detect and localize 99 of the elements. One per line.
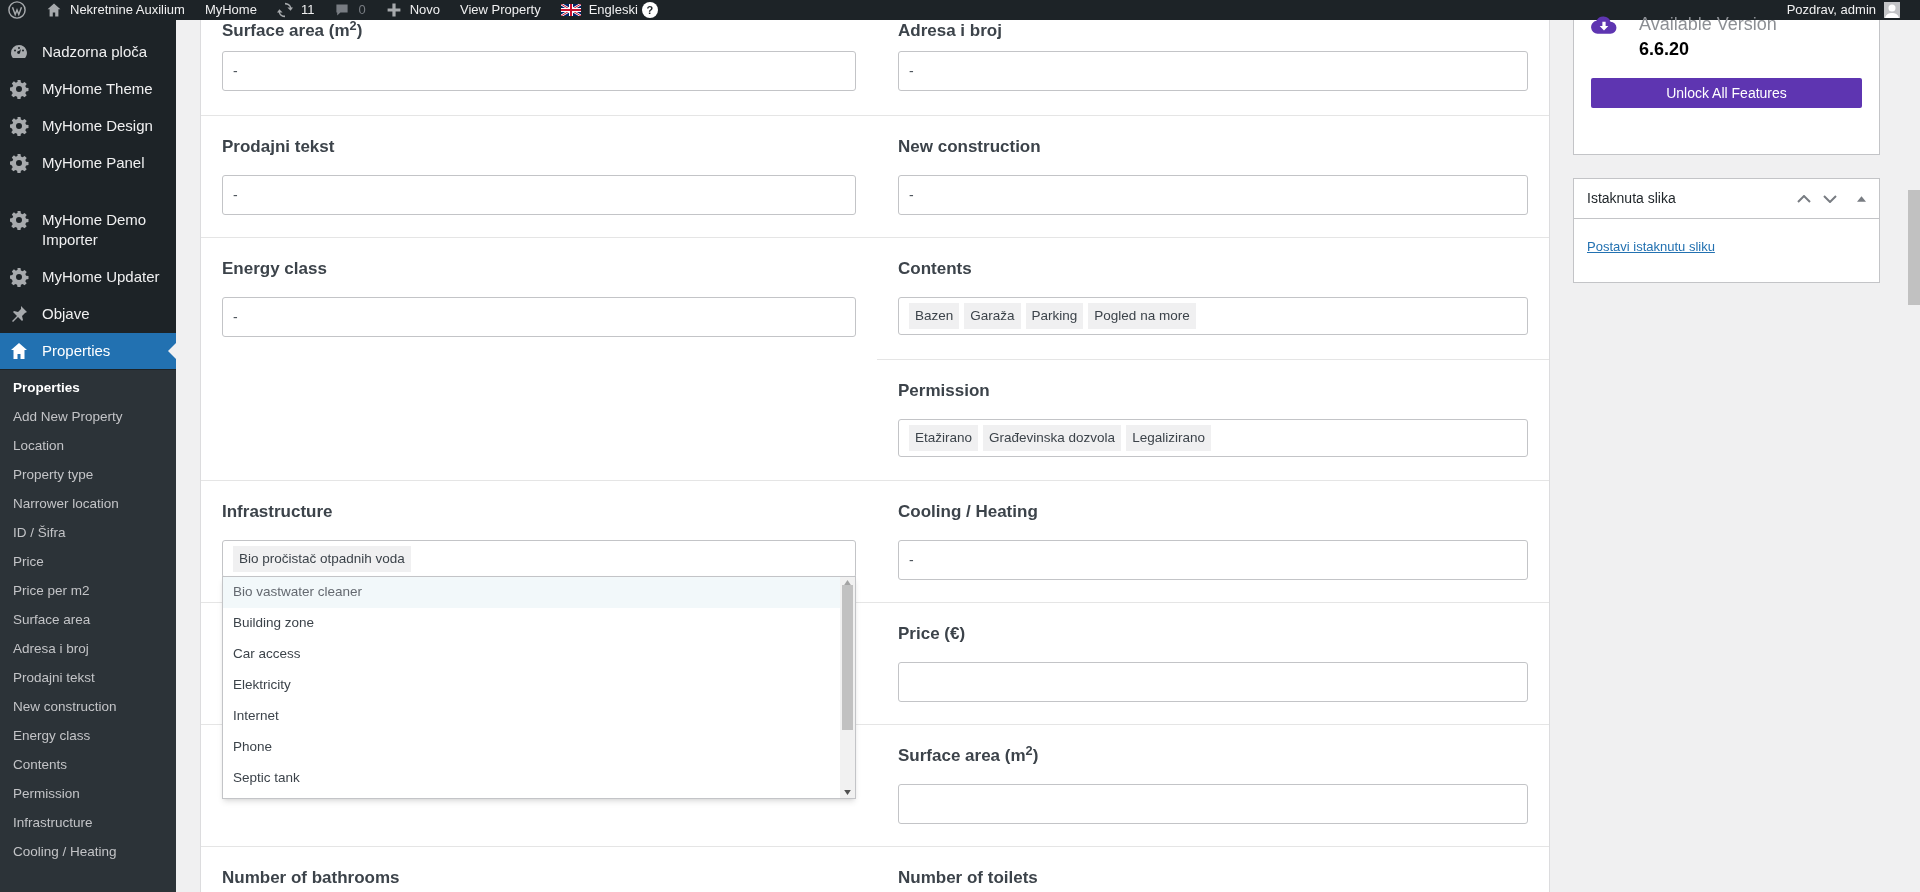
text-input[interactable]: -: [222, 175, 856, 215]
dropdown-scrollbar[interactable]: [840, 577, 855, 798]
dropdown-option[interactable]: Elektricity: [223, 670, 840, 701]
tag: Bazen: [909, 302, 960, 330]
text-input[interactable]: -: [898, 175, 1528, 215]
help-badge[interactable]: ?: [641, 2, 658, 18]
submenu-item[interactable]: Location: [0, 432, 176, 461]
submenu-item[interactable]: Prodajni tekst: [0, 664, 176, 693]
submenu-item[interactable]: Property type: [0, 461, 176, 490]
featured-image-link[interactable]: Postavi istaknutu sliku: [1587, 239, 1715, 254]
field-label: Permission: [898, 380, 991, 402]
submenu-item[interactable]: Narrower location: [0, 490, 176, 519]
tag-field[interactable]: Bazen Garaža Parking Pogled na more: [898, 297, 1528, 335]
tag: Legalizirano: [1126, 424, 1211, 452]
settings-icon: [9, 267, 29, 287]
submenu-item[interactable]: Cooling / Heating: [0, 838, 176, 867]
tag: Etažirano: [909, 424, 979, 452]
card-title: Istaknuta slika: [1587, 189, 1676, 208]
refresh-icon: [276, 2, 293, 18]
settings-icon: [9, 79, 29, 99]
tag: Garaža: [964, 302, 1021, 330]
sidebar-item[interactable]: MyHome Demo Importer: [0, 201, 176, 259]
chevron-down-icon: [1823, 194, 1837, 203]
sidebar-item[interactable]: MyHome Updater: [0, 259, 176, 295]
dropdown-option[interactable]: Bio vastwater cleaner: [223, 577, 840, 608]
submenu-item[interactable]: Price: [0, 548, 176, 577]
submenu-item[interactable]: Surface area: [0, 606, 176, 635]
settings-icon: [9, 210, 29, 230]
tag: Parking: [1025, 302, 1084, 330]
field-label: Surface area (m$^{2}$): [222, 20, 364, 42]
sidebar-item[interactable]: Nadzorna ploča: [0, 34, 176, 70]
text-input[interactable]: -: [898, 540, 1528, 580]
dropdown-option[interactable]: Septic tank: [223, 763, 840, 794]
language-link[interactable]: Engleski: [560, 0, 638, 20]
wordpress-logo-icon: [8, 1, 26, 19]
field-label: Energy class: [222, 258, 328, 280]
submenu-item[interactable]: Properties: [0, 374, 176, 403]
field-label: Adresa i broj: [898, 20, 1003, 42]
updates-link[interactable]: 11: [276, 0, 315, 20]
settings-icon: [9, 116, 29, 136]
text-input[interactable]: -: [222, 297, 856, 337]
sidebar-item[interactable]: MyHome Panel: [0, 145, 176, 181]
sidebar-item[interactable]: MyHome Theme: [0, 71, 176, 107]
submenu-item[interactable]: Adresa i broj: [0, 635, 176, 664]
view-property-link[interactable]: View Property: [460, 0, 541, 20]
new-link[interactable]: Novo: [385, 0, 440, 20]
submenu-item[interactable]: ID / Šifra: [0, 519, 176, 548]
submenu-item[interactable]: Add New Property: [0, 403, 176, 432]
text-input[interactable]: -: [898, 51, 1528, 91]
scrollbar-thumb[interactable]: [842, 585, 853, 730]
house-icon: [46, 2, 62, 18]
multiselect-field[interactable]: Bio pročistač otpadnih voda: [222, 540, 856, 578]
field-label: Contents: [898, 258, 973, 280]
dropdown-option[interactable]: Internet: [223, 701, 840, 732]
theme-link[interactable]: MyHome: [204, 0, 257, 20]
field-label: Infrastructure: [222, 501, 334, 523]
field-label: Price (€): [898, 623, 967, 645]
submenu-item[interactable]: New construction: [0, 693, 176, 722]
field-label: Number of toilets: [898, 867, 1039, 889]
menu-pointer-icon: [168, 343, 176, 359]
scroll-down-icon: [844, 790, 851, 795]
version-number: 6.6.20: [1639, 38, 1691, 61]
chevron-up-icon: [1797, 194, 1811, 203]
account-link[interactable]: Pozdrav, admin: [1786, 0, 1912, 20]
speech-bubble-icon: [334, 2, 351, 18]
tag: Građevinska dozvola: [983, 424, 1122, 452]
sidebar-item[interactable]: Properties: [0, 333, 176, 369]
comments-link[interactable]: 0: [334, 0, 366, 20]
house-icon: [9, 341, 29, 361]
field-label: New construction: [898, 136, 1042, 158]
dropdown-option[interactable]: Building zone: [223, 608, 840, 639]
dropdown-option[interactable]: Car access: [223, 639, 840, 670]
text-input[interactable]: -: [222, 51, 856, 91]
submenu-item[interactable]: Infrastructure: [0, 809, 176, 838]
tag-field[interactable]: Etažirano Građevinska dozvola Legalizirano: [898, 419, 1528, 457]
submenu-item[interactable]: Energy class: [0, 722, 176, 751]
field-label: Number of bathrooms: [222, 867, 401, 889]
dropdown-option[interactable]: Phone: [223, 732, 840, 763]
sidebar-item[interactable]: Objave: [0, 296, 176, 332]
scrollbar-thumb[interactable]: [1908, 190, 1920, 305]
collapse-triangle-icon: [1857, 195, 1866, 202]
text-input[interactable]: [898, 784, 1528, 824]
tag: Bio pročistač otpadnih voda: [233, 545, 411, 573]
submenu-item[interactable]: Price per m2: [0, 577, 176, 606]
field-label: Prodajni tekst: [222, 136, 336, 158]
submenu-item[interactable]: Permission: [0, 780, 176, 809]
site-link[interactable]: Nekretnine Auxilium: [46, 0, 185, 20]
settings-icon: [9, 153, 29, 173]
unlock-button[interactable]: Unlock All Features: [1591, 78, 1862, 108]
plus-icon: [385, 2, 402, 18]
flag-icon: [560, 4, 581, 16]
avatar-icon: [1884, 2, 1900, 18]
field-label: Cooling / Heating: [898, 501, 1039, 523]
field-label: Surface area (m$^{2}$): [898, 745, 1040, 767]
tag: Pogled na more: [1088, 302, 1196, 330]
sidebar-item[interactable]: MyHome Design: [0, 108, 176, 144]
submenu-item[interactable]: Contents: [0, 751, 176, 780]
text-input[interactable]: [898, 662, 1528, 702]
version-label: Available Version: [1639, 13, 1777, 36]
